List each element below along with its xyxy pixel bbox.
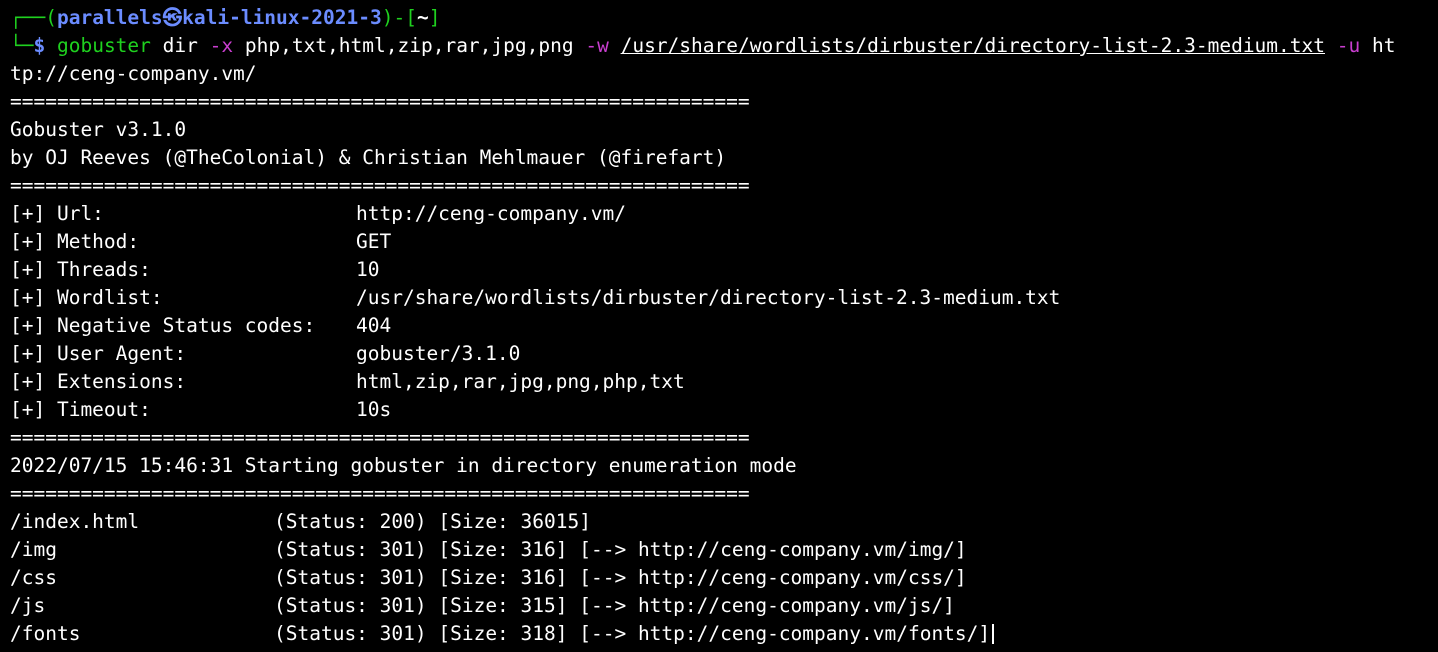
result-info: (Status: 301) [Size: 316] [--> http://ce… bbox=[274, 566, 967, 589]
separator-line: ========================================… bbox=[10, 482, 750, 505]
command-flag-u: -u bbox=[1336, 34, 1361, 57]
result-info: (Status: 301) [Size: 316] [--> http://ce… bbox=[274, 538, 967, 561]
command-flag-x: -x bbox=[209, 34, 234, 57]
result-row: /css (Status: 301) [Size: 316] [--> http:… bbox=[10, 564, 1430, 592]
config-row-extensions: [+] Extensions: html,zip,rar,jpg,png,php,… bbox=[10, 368, 1430, 396]
config-label: [+] Extensions: bbox=[10, 370, 187, 393]
prompt-box-top: ┌──( bbox=[10, 6, 57, 29]
terminal-window[interactable]: ┌──(parallels㉿kali-linux-2021-3)-[~] └─$… bbox=[10, 4, 1430, 648]
command-url-part1: ht bbox=[1371, 34, 1396, 57]
banner-version: Gobuster v3.1.0 bbox=[10, 118, 187, 141]
config-row-wordlist: [+] Wordlist: /usr/share/wordlists/dirbus… bbox=[10, 284, 1430, 312]
config-row-timeout: [+] Timeout: 10s bbox=[10, 396, 1430, 424]
command-program: gobuster bbox=[56, 34, 151, 57]
result-info: (Status: 200) [Size: 36015] bbox=[274, 510, 591, 533]
result-path: /img bbox=[10, 538, 57, 561]
prompt-symbol: $ bbox=[33, 34, 46, 57]
config-label: [+] Threads: bbox=[10, 258, 151, 281]
config-value: gobuster/3.1.0 bbox=[356, 342, 521, 365]
config-value: 404 bbox=[356, 314, 392, 337]
config-row-method: [+] Method: GET bbox=[10, 228, 1430, 256]
config-label: [+] Negative Status codes: bbox=[10, 314, 316, 337]
separator-line: ========================================… bbox=[10, 174, 750, 197]
result-info: (Status: 301) [Size: 318] [--> http://ce… bbox=[274, 622, 991, 645]
config-value: GET bbox=[356, 230, 392, 253]
command-flag-w: -w bbox=[585, 34, 609, 57]
config-value: 10 bbox=[356, 258, 380, 281]
separator-line: ========================================… bbox=[10, 90, 750, 113]
result-row: /fonts (Status: 301) [Size: 318] [--> htt… bbox=[10, 620, 1430, 648]
config-label: [+] Method: bbox=[10, 230, 140, 253]
result-path: /fonts bbox=[10, 622, 81, 645]
text-cursor bbox=[992, 624, 995, 644]
command-line[interactable]: └─$ gobuster dir -x php,txt,html,zip,rar… bbox=[10, 32, 1430, 60]
result-path: /index.html bbox=[10, 510, 140, 533]
result-row: /index.html (Status: 200) [Size: 36015] bbox=[10, 508, 1430, 536]
config-value: http://ceng-company.vm/ bbox=[356, 202, 627, 225]
prompt-user-host: parallels㉿kali-linux-2021-3 bbox=[56, 6, 382, 29]
config-label: [+] Wordlist: bbox=[10, 286, 163, 309]
config-label: [+] User Agent: bbox=[10, 342, 187, 365]
result-row: /img (Status: 301) [Size: 316] [--> http:… bbox=[10, 536, 1430, 564]
result-path: /js bbox=[10, 594, 46, 617]
config-row-url: [+] Url: http://ceng-company.vm/ bbox=[10, 200, 1430, 228]
config-row-threads: [+] Threads: 10 bbox=[10, 256, 1430, 284]
result-path: /css bbox=[10, 566, 57, 589]
command-line-wrap: tp://ceng-company.vm/ bbox=[10, 60, 1430, 88]
result-info: (Status: 301) [Size: 315] [--> http://ce… bbox=[274, 594, 955, 617]
prompt-box-bottom: └─ bbox=[10, 34, 34, 57]
config-label: [+] Timeout: bbox=[10, 398, 151, 421]
config-value: 10s bbox=[356, 398, 392, 421]
prompt-close: ] bbox=[428, 6, 441, 29]
config-value: /usr/share/wordlists/dirbuster/directory… bbox=[356, 286, 1061, 309]
command-wordlist-path[interactable]: /usr/share/wordlists/dirbuster/directory… bbox=[621, 34, 1325, 57]
config-label: [+] Url: bbox=[10, 202, 104, 225]
command-mode: dir bbox=[162, 34, 198, 57]
banner-authors: by OJ Reeves (@TheColonial) & Christian … bbox=[10, 146, 727, 169]
prompt-separator: )-[ bbox=[381, 6, 417, 29]
config-value: html,zip,rar,jpg,png,php,txt bbox=[356, 370, 685, 393]
start-message: 2022/07/15 15:46:31 Starting gobuster in… bbox=[10, 454, 797, 477]
prompt-cwd: ~ bbox=[416, 6, 429, 29]
result-row: /js (Status: 301) [Size: 315] [--> http:/… bbox=[10, 592, 1430, 620]
config-row-user-agent: [+] User Agent: gobuster/3.1.0 bbox=[10, 340, 1430, 368]
config-row-negative-status: [+] Negative Status codes: 404 bbox=[10, 312, 1430, 340]
separator-line: ========================================… bbox=[10, 426, 750, 449]
prompt-header-line: ┌──(parallels㉿kali-linux-2021-3)-[~] bbox=[10, 4, 1430, 32]
command-url-part2: tp://ceng-company.vm/ bbox=[10, 62, 257, 85]
command-extensions: php,txt,html,zip,rar,jpg,png bbox=[244, 34, 574, 57]
